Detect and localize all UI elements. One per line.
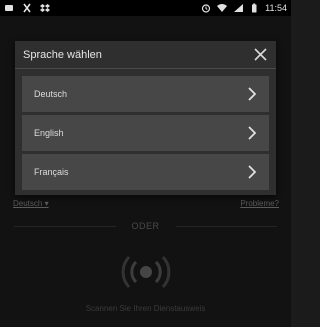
close-button[interactable]	[252, 47, 268, 63]
language-dialog: Sprache wählen Deutsch English Français	[15, 41, 276, 195]
alarm-icon	[202, 4, 211, 13]
language-label: Deutsch	[34, 89, 68, 99]
x-icon	[23, 3, 31, 13]
clock: 11:54	[265, 3, 287, 13]
close-icon	[253, 48, 267, 61]
chevron-right-icon	[248, 165, 257, 179]
language-label: English	[34, 128, 64, 138]
status-bar: 11:54	[0, 0, 291, 16]
battery-icon	[252, 3, 257, 13]
language-option-francais[interactable]: Français	[22, 154, 269, 190]
signal-icon	[234, 4, 244, 12]
game-icon	[5, 5, 13, 11]
dropbox-icon	[40, 4, 50, 12]
chevron-right-icon	[248, 87, 257, 101]
dialog-header: Sprache wählen	[15, 41, 276, 69]
dialog-title: Sprache wählen	[23, 48, 102, 61]
language-option-english[interactable]: English	[22, 115, 269, 151]
chevron-right-icon	[248, 126, 257, 140]
wifi-icon	[217, 4, 228, 12]
language-list: Deutsch English Français	[22, 76, 269, 193]
language-option-deutsch[interactable]: Deutsch	[22, 76, 269, 112]
language-label: Français	[34, 167, 69, 177]
